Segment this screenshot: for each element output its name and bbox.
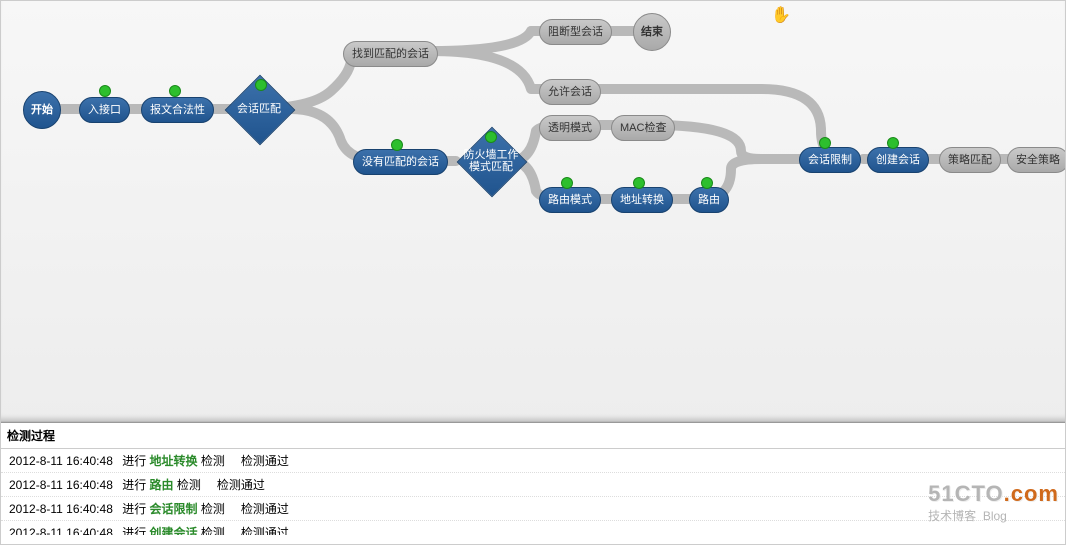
node-create-session[interactable]: 创建会话 [867,147,929,173]
node-transparent-mode[interactable]: 透明模式 [539,115,601,141]
label: 创建会话 [876,154,920,166]
node-permit-session[interactable]: 允许会话 [539,79,601,105]
log-title: 检测过程 [1,423,1065,448]
node-route[interactable]: 路由 [689,187,729,213]
watermark: 51CTO.com 技术博客 Blog [928,481,1059,524]
label: MAC检查 [620,122,666,134]
connectors-svg [1,1,1066,421]
status-dot [819,137,831,149]
node-no-session[interactable]: 没有匹配的会话 [353,149,448,175]
node-end[interactable]: 结束 [633,13,671,51]
label: 策略匹配 [948,154,992,166]
label: 入接口 [88,104,121,116]
label: 透明模式 [548,122,592,134]
node-security-policy[interactable]: 安全策略 [1007,147,1066,173]
log-row: 2012-8-11 16:40:48 进行 地址转换 检测检测通过 [1,449,1065,473]
label: 找到匹配的会话 [352,48,429,60]
log-row: 2012-8-11 16:40:48 进行 创建会话 检测检测通过 [1,521,1065,535]
label: 报文合法性 [150,104,205,116]
log-body[interactable]: 2012-8-11 16:40:48 进行 地址转换 检测检测通过2012-8-… [1,448,1065,535]
status-dot [887,137,899,149]
node-session-limit[interactable]: 会话限制 [799,147,861,173]
label: 安全策略 [1016,154,1060,166]
flow-canvas: 开始 入接口 报文合法性 会话匹配 找到匹配的会话 阻断型会话 结束 允许会话 … [1,1,1065,422]
label: 路由模式 [548,194,592,206]
node-policy-match[interactable]: 策略匹配 [939,147,1001,173]
node-in-interface[interactable]: 入接口 [79,97,130,123]
status-dot [485,131,497,143]
label: 会话限制 [808,154,852,166]
status-dot [169,85,181,97]
node-nat[interactable]: 地址转换 [611,187,673,213]
log-row: 2012-8-11 16:40:48 进行 会话限制 检测检测通过 [1,497,1065,521]
status-dot [561,177,573,189]
status-dot [391,139,403,151]
label: 允许会话 [548,86,592,98]
node-mac-check[interactable]: MAC检查 [611,115,675,141]
log-panel: 检测过程 2012-8-11 16:40:48 进行 地址转换 检测检测通过20… [1,422,1065,535]
node-found-session[interactable]: 找到匹配的会话 [343,41,438,67]
node-start[interactable]: 开始 [23,91,61,129]
label: 路由 [698,194,720,206]
node-packet-validity[interactable]: 报文合法性 [141,97,214,123]
status-dot [99,85,111,97]
node-block-session[interactable]: 阻断型会话 [539,19,612,45]
label: 开始 [31,104,53,116]
label: 地址转换 [620,194,664,206]
status-dot [633,177,645,189]
status-dot [701,177,713,189]
label: 结束 [641,26,663,38]
status-dot [255,79,267,91]
node-route-mode[interactable]: 路由模式 [539,187,601,213]
label: 阻断型会话 [548,26,603,38]
label: 没有匹配的会话 [362,156,439,168]
log-row: 2012-8-11 16:40:48 进行 路由 检测检测通过 [1,473,1065,497]
